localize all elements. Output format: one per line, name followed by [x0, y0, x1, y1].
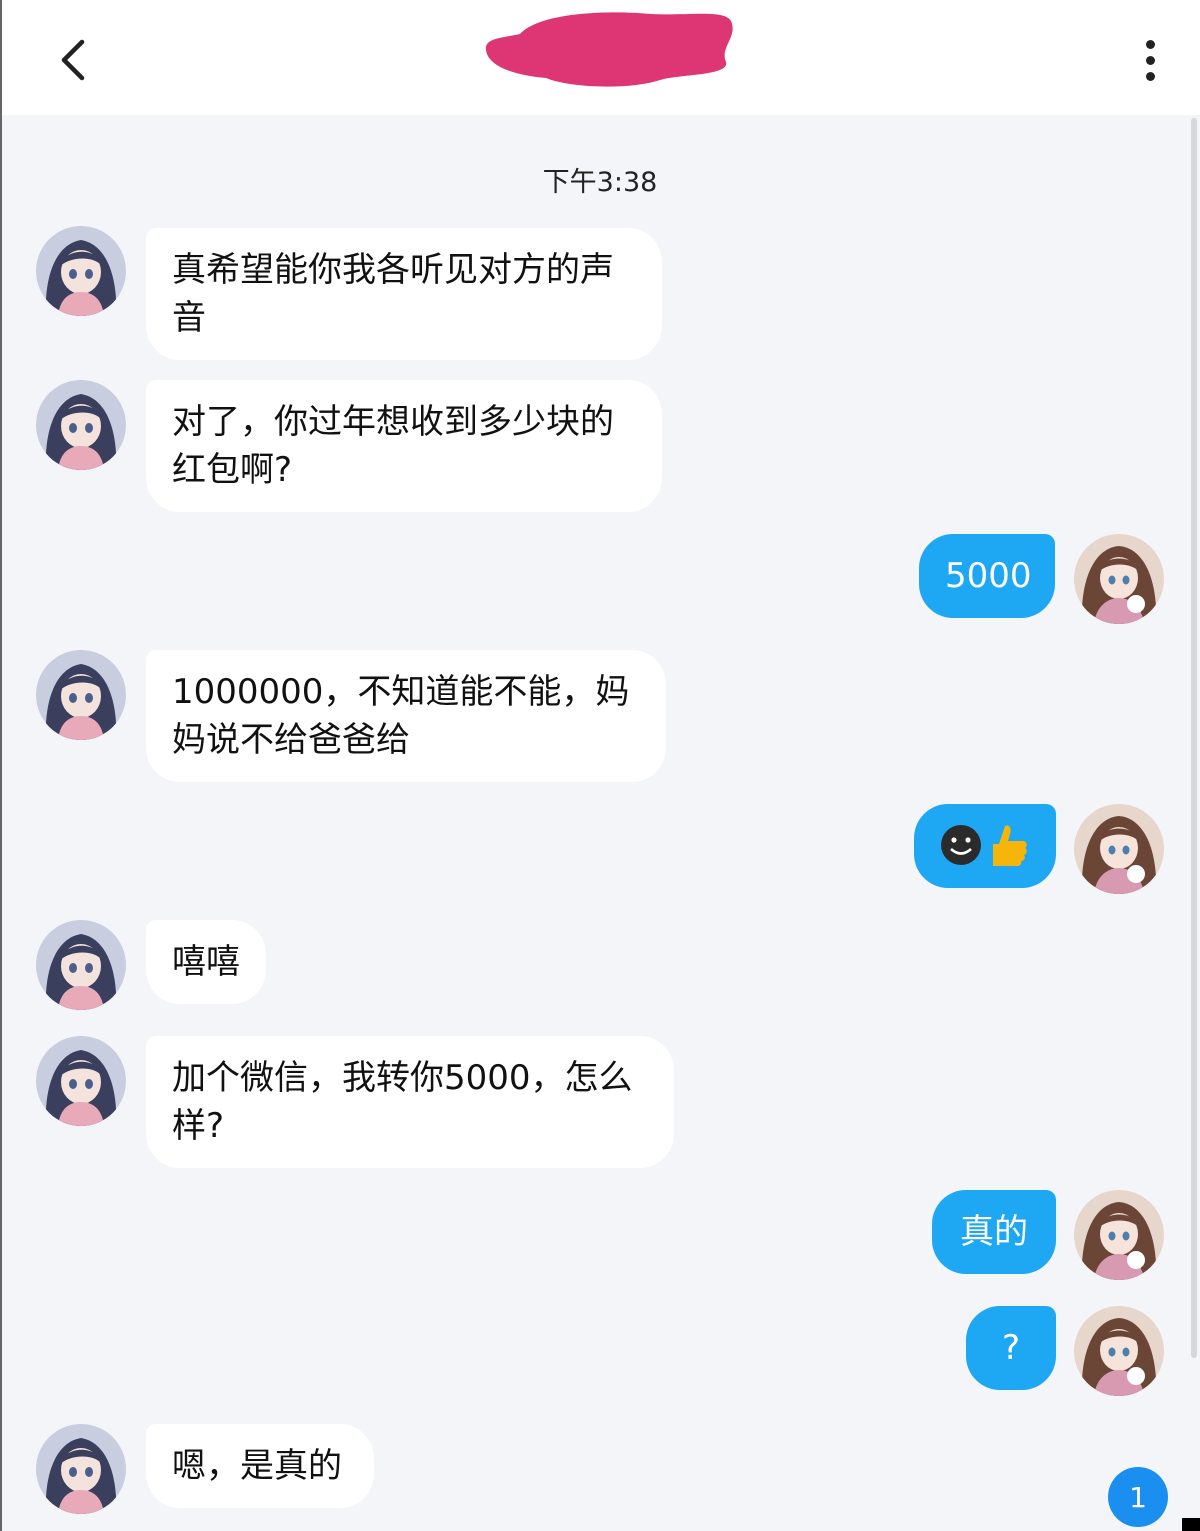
chevron-left-icon [61, 39, 85, 81]
redacted-contact-name [485, 12, 733, 87]
contact-avatar[interactable] [36, 1036, 126, 1126]
more-vertical-icon [1145, 39, 1155, 49]
incoming-message-bubble: 对了，你过年想收到多少块的红包啊? [146, 380, 662, 512]
contact-avatar[interactable] [36, 650, 126, 740]
anime-girl-brown-hair-avatar-icon [1074, 804, 1164, 894]
anime-girl-brown-hair-avatar-icon [1074, 534, 1164, 624]
timestamp: 下午3:38 [542, 167, 658, 198]
user-avatar[interactable] [1074, 804, 1164, 894]
incoming-message-bubble: 加个微信，我转你5000，怎么样? [146, 1036, 674, 1168]
incoming-message-bubble: 真希望能你我各听见对方的声音 [146, 228, 662, 360]
anime-girl-dark-hair-avatar-icon [36, 1036, 126, 1126]
incoming-message-bubble: 1000000，不知道能不能，妈妈说不给爸爸给 [146, 650, 666, 782]
more-options-button[interactable] [1128, 34, 1172, 86]
smiley-thumbs-up-emoji-icon [941, 825, 1027, 866]
anime-girl-dark-hair-avatar-icon [36, 920, 126, 1010]
anime-girl-dark-hair-avatar-icon [36, 380, 126, 470]
back-button[interactable] [46, 32, 102, 88]
scrollbar[interactable] [1191, 118, 1197, 1358]
contact-avatar[interactable] [36, 920, 126, 1010]
outgoing-emoji-bubble [914, 804, 1056, 888]
corner-artifact [1182, 1518, 1200, 1531]
incoming-message-bubble: 嗯，是真的 [146, 1424, 374, 1508]
top-bar [0, 0, 1200, 115]
contact-avatar[interactable] [36, 226, 126, 316]
unread-count-badge[interactable]: 1 [1108, 1467, 1168, 1527]
outgoing-message-bubble: 真的 [932, 1190, 1056, 1274]
user-avatar[interactable] [1074, 1306, 1164, 1396]
anime-girl-brown-hair-avatar-icon [1074, 1306, 1164, 1396]
outgoing-message-bubble: 5000 [919, 534, 1055, 618]
incoming-message-bubble: 嘻嘻 [146, 920, 266, 1004]
contact-avatar[interactable] [36, 380, 126, 470]
contact-avatar[interactable] [36, 1424, 126, 1514]
user-avatar[interactable] [1074, 1190, 1164, 1280]
anime-girl-dark-hair-avatar-icon [36, 226, 126, 316]
user-avatar[interactable] [1074, 534, 1164, 624]
anime-girl-dark-hair-avatar-icon [36, 650, 126, 740]
anime-girl-dark-hair-avatar-icon [36, 1424, 126, 1514]
window-edge [0, 0, 2, 1531]
outgoing-message-bubble: ? [966, 1306, 1056, 1390]
anime-girl-brown-hair-avatar-icon [1074, 1190, 1164, 1280]
